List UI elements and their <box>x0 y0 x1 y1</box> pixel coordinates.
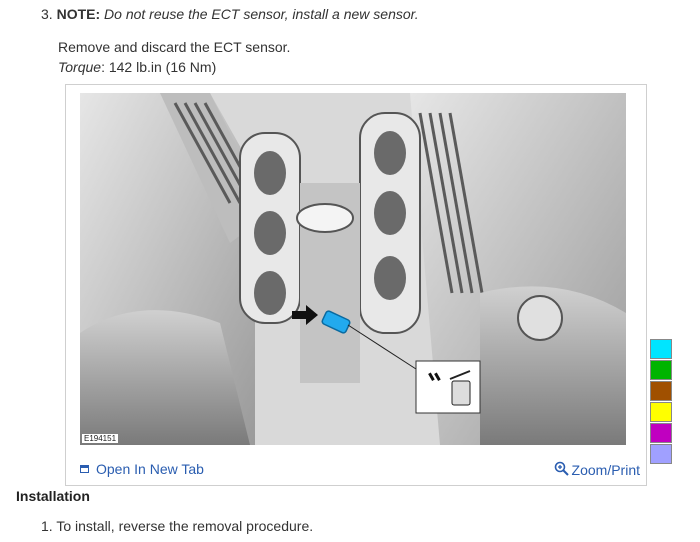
note-text: Do not reuse the ECT sensor, install a n… <box>104 6 419 22</box>
engine-drawing <box>80 93 626 445</box>
section-heading: Installation <box>16 488 90 504</box>
color-swatch-green[interactable] <box>650 360 672 380</box>
color-swatch-cyan[interactable] <box>650 339 672 359</box>
zoom-print-link[interactable]: Zoom/Print <box>554 461 640 479</box>
instruction-text: Remove and discard the ECT sensor. <box>58 39 291 55</box>
step-number: 3. <box>41 6 53 22</box>
torque-value: : 142 lb.in (16 Nm) <box>101 59 217 75</box>
open-in-new-tab-link[interactable]: Open In New Tab <box>80 461 204 477</box>
install-step-number: 1. <box>41 518 53 534</box>
step-3-note: 3. NOTE: Do not reuse the ECT sensor, in… <box>41 6 419 22</box>
color-swatch-brown[interactable] <box>650 381 672 401</box>
zoom-print-label: Zoom/Print <box>571 462 640 478</box>
new-tab-icon <box>80 465 89 473</box>
color-swatch-lavender[interactable] <box>650 444 672 464</box>
torque-spec: Torque: 142 lb.in (16 Nm) <box>58 57 290 77</box>
zoom-icon <box>554 461 569 479</box>
install-step-text: To install, reverse the removal procedur… <box>56 518 314 534</box>
note-label: NOTE: <box>56 6 101 22</box>
figure-links: Open In New Tab Zoom/Print <box>80 461 640 481</box>
figure-panel: E194151 Open In New Tab Zoom/Print <box>65 84 647 486</box>
torque-label: Torque <box>58 59 102 75</box>
instruction-block: Remove and discard the ECT sensor. Torqu… <box>58 37 290 77</box>
figure-id: E194151 <box>82 434 119 443</box>
engine-illustration[interactable]: E194151 <box>80 93 626 445</box>
color-swatch-yellow[interactable] <box>650 402 672 422</box>
color-swatch-magenta[interactable] <box>650 423 672 443</box>
color-palette <box>650 339 672 465</box>
install-step-1: 1. To install, reverse the removal proce… <box>41 518 313 534</box>
open-in-new-tab-label: Open In New Tab <box>96 461 204 477</box>
